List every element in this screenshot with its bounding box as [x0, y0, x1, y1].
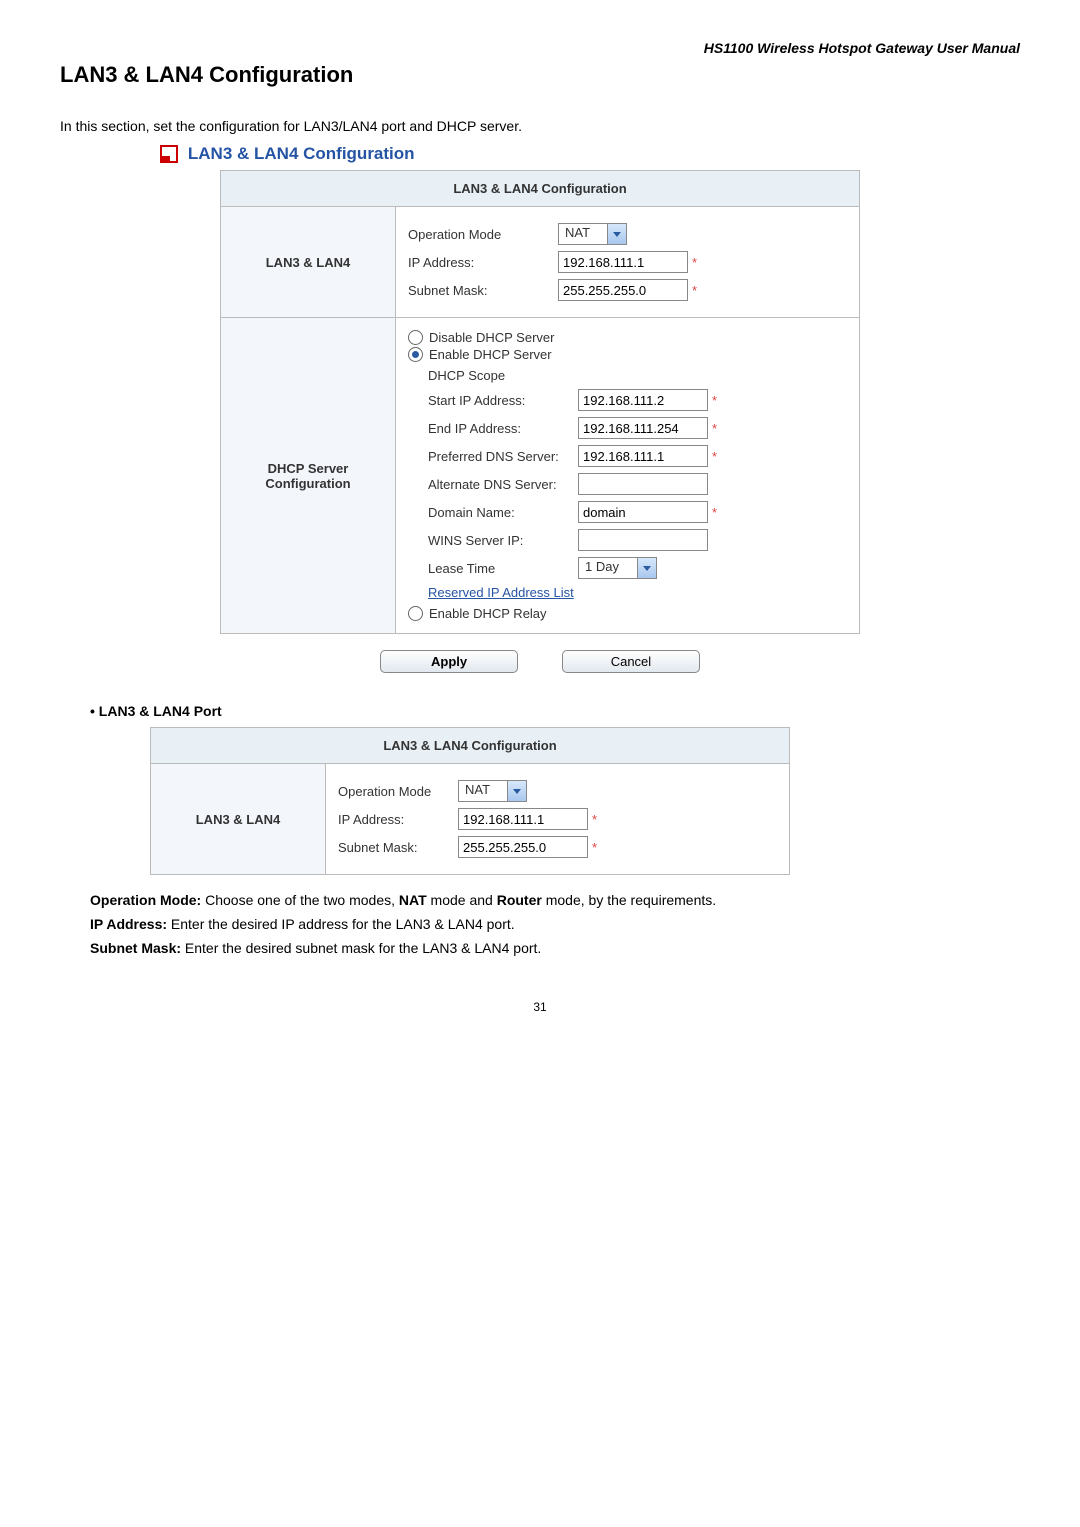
mask-label-2: Subnet Mask:	[338, 840, 458, 855]
op-mode-value: NAT	[559, 224, 607, 244]
dhcp-row-content: Disable DHCP Server Enable DHCP Server D…	[396, 318, 860, 634]
op-mode-value-2: NAT	[459, 781, 507, 801]
op-mode-select[interactable]: NAT	[558, 223, 627, 245]
chevron-down-icon[interactable]	[607, 224, 626, 244]
end-ip-label: End IP Address:	[428, 421, 578, 436]
wins-input[interactable]	[578, 529, 708, 551]
alt-dns-input[interactable]	[578, 473, 708, 495]
ip-input-2[interactable]	[458, 808, 588, 830]
lease-label: Lease Time	[428, 561, 578, 576]
op-mode-desc-t1: Choose one of the two modes,	[201, 892, 399, 908]
intro-text: In this section, set the configuration f…	[60, 118, 1020, 134]
table-header: LAN3 & LAN4 Configuration	[221, 171, 860, 207]
op-mode-label-2: Operation Mode	[338, 784, 458, 799]
op-mode-label: Operation Mode	[408, 227, 558, 242]
dhcp-row-label: DHCP Server Configuration	[221, 318, 396, 634]
radio-disable-label: Disable DHCP Server	[429, 330, 554, 345]
reserved-ip-link[interactable]: Reserved IP Address List	[428, 585, 574, 600]
radio-enable-dhcp[interactable]	[408, 347, 423, 362]
ip-label-2: IP Address:	[338, 812, 458, 827]
bullet-title: LAN3 & LAN4 Port	[90, 703, 1020, 719]
lan-row-label: LAN3 & LAN4	[221, 207, 396, 318]
lan2-row-label: LAN3 & LAN4	[151, 764, 326, 875]
mask-label: Subnet Mask:	[408, 283, 558, 298]
required-star: *	[692, 283, 697, 298]
domain-input[interactable]	[578, 501, 708, 523]
page-number: 31	[60, 1000, 1020, 1014]
op-mode-desc-label: Operation Mode:	[90, 892, 201, 908]
scope-label: DHCP Scope	[428, 368, 505, 383]
domain-label: Domain Name:	[428, 505, 578, 520]
required-star: *	[712, 421, 717, 436]
start-ip-label: Start IP Address:	[428, 393, 578, 408]
pref-dns-input[interactable]	[578, 445, 708, 467]
op-mode-select-2[interactable]: NAT	[458, 780, 527, 802]
start-ip-input[interactable]	[578, 389, 708, 411]
mask-input-2[interactable]	[458, 836, 588, 858]
radio-relay-label: Enable DHCP Relay	[429, 606, 547, 621]
config-table-main: LAN3 & LAN4 Configuration LAN3 & LAN4 Op…	[220, 170, 860, 634]
descriptions: Operation Mode: Choose one of the two mo…	[90, 889, 1020, 960]
page-title: LAN3 & LAN4 Configuration	[60, 62, 1020, 88]
alt-dns-label: Alternate DNS Server:	[428, 477, 578, 492]
lan2-row-content: Operation Mode NAT IP Address: * Subnet …	[326, 764, 790, 875]
ip-desc-text: Enter the desired IP address for the LAN…	[167, 916, 515, 932]
op-mode-desc-t3: mode, by the requirements.	[542, 892, 716, 908]
lease-value: 1 Day	[579, 558, 637, 578]
section-heading: LAN3 & LAN4 Configuration	[188, 144, 415, 163]
pref-dns-label: Preferred DNS Server:	[428, 449, 578, 464]
config-table-port: LAN3 & LAN4 Configuration LAN3 & LAN4 Op…	[150, 727, 790, 875]
required-star: *	[692, 255, 697, 270]
required-star: *	[712, 393, 717, 408]
lan-row-content: Operation Mode NAT IP Address: * Subnet …	[396, 207, 860, 318]
lease-select[interactable]: 1 Day	[578, 557, 657, 579]
section-icon	[160, 145, 178, 163]
apply-button[interactable]: Apply	[380, 650, 518, 673]
op-mode-desc-router: Router	[497, 892, 542, 908]
required-star: *	[712, 505, 717, 520]
op-mode-desc-t2: mode and	[427, 892, 497, 908]
mask-desc-text: Enter the desired subnet mask for the LA…	[181, 940, 541, 956]
chevron-down-icon[interactable]	[507, 781, 526, 801]
table2-header: LAN3 & LAN4 Configuration	[151, 728, 790, 764]
required-star: *	[712, 449, 717, 464]
ip-input[interactable]	[558, 251, 688, 273]
manual-header: HS1100 Wireless Hotspot Gateway User Man…	[60, 40, 1020, 56]
radio-enable-relay[interactable]	[408, 606, 423, 621]
required-star: *	[592, 812, 597, 827]
required-star: *	[592, 840, 597, 855]
ip-desc-label: IP Address:	[90, 916, 167, 932]
ip-label: IP Address:	[408, 255, 558, 270]
mask-input[interactable]	[558, 279, 688, 301]
radio-enable-label: Enable DHCP Server	[429, 347, 552, 362]
wins-label: WINS Server IP:	[428, 533, 578, 548]
mask-desc-label: Subnet Mask:	[90, 940, 181, 956]
cancel-button[interactable]: Cancel	[562, 650, 700, 673]
end-ip-input[interactable]	[578, 417, 708, 439]
op-mode-desc-nat: NAT	[399, 892, 427, 908]
chevron-down-icon[interactable]	[637, 558, 656, 578]
radio-disable-dhcp[interactable]	[408, 330, 423, 345]
